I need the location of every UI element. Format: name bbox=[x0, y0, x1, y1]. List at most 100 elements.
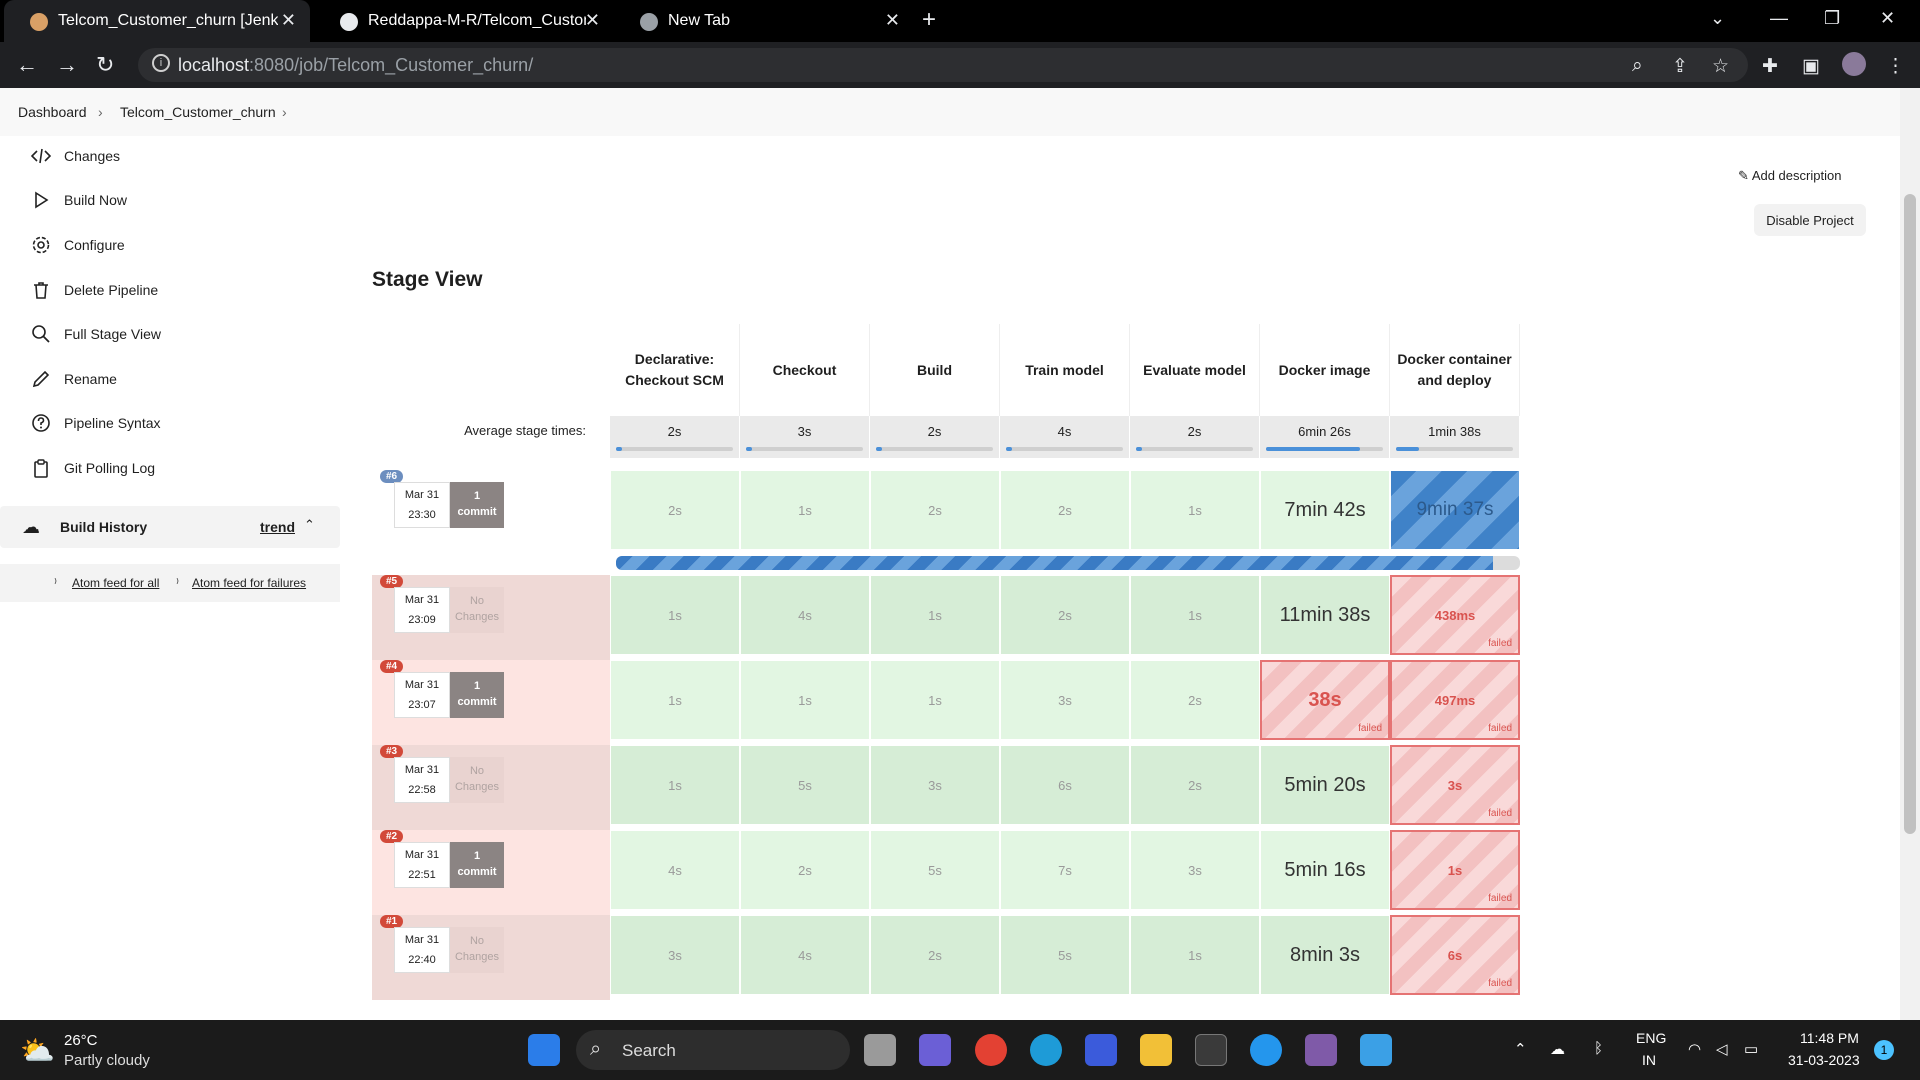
stage-cell[interactable]: 1s bbox=[610, 575, 740, 655]
zoom-icon[interactable]: ⌕ bbox=[1632, 55, 1643, 77]
taskbar-search[interactable]: ⌕ Search bbox=[576, 1030, 850, 1070]
app-icon[interactable] bbox=[1085, 1034, 1117, 1066]
commit-changes-button[interactable]: 1 commit bbox=[450, 842, 504, 888]
sidebar-item-delete-pipeline[interactable]: Delete Pipeline bbox=[30, 276, 158, 304]
stage-cell[interactable]: 1s bbox=[740, 470, 870, 550]
minimize-icon[interactable]: — bbox=[1770, 8, 1788, 29]
stage-cell[interactable]: 5s bbox=[740, 745, 870, 825]
stage-cell[interactable]: 3s bbox=[870, 745, 1000, 825]
weather-description[interactable]: Partly cloudy bbox=[64, 1052, 150, 1069]
edge-icon[interactable] bbox=[1030, 1034, 1062, 1066]
photos-icon[interactable] bbox=[1360, 1034, 1392, 1066]
new-tab-icon[interactable]: + bbox=[922, 6, 936, 34]
chevron-right-icon[interactable]: › bbox=[282, 104, 287, 120]
menu-kebab-icon[interactable]: ⋮ bbox=[1886, 55, 1905, 78]
breadcrumb-job[interactable]: Telcom_Customer_churn bbox=[120, 104, 276, 120]
stage-cell[interactable]: 1s failed bbox=[1390, 830, 1520, 910]
sidebar-item-configure[interactable]: Configure bbox=[30, 231, 125, 259]
stage-cell[interactable]: 3s failed bbox=[1390, 745, 1520, 825]
profile-avatar[interactable] bbox=[1842, 52, 1866, 76]
sidebar-item-pipeline-syntax[interactable]: Pipeline Syntax bbox=[30, 409, 161, 437]
sidebar-item-rename[interactable]: Rename bbox=[30, 365, 117, 393]
maximize-icon[interactable]: ❐ bbox=[1824, 8, 1840, 29]
bluetooth-icon[interactable]: ᛒ bbox=[1594, 1040, 1603, 1057]
stage-cell[interactable]: 2s bbox=[870, 915, 1000, 995]
stage-cell[interactable]: 1s bbox=[1130, 915, 1260, 995]
stage-cell[interactable]: 3s bbox=[610, 915, 740, 995]
stage-cell[interactable]: 6s failed bbox=[1390, 915, 1520, 995]
stage-cell[interactable]: 497ms failed bbox=[1390, 660, 1520, 740]
share-icon[interactable]: ⇪ bbox=[1672, 55, 1688, 78]
terminal-icon[interactable] bbox=[1195, 1034, 1227, 1066]
sidebar-item-git-polling-log[interactable]: Git Polling Log bbox=[30, 454, 155, 482]
build-row[interactable]: #5 Mar 31 23:09 No Changes bbox=[372, 575, 610, 660]
stage-cell[interactable]: 4s bbox=[610, 830, 740, 910]
sidebar-item-build-now[interactable]: Build Now bbox=[30, 186, 127, 214]
extensions-icon[interactable]: ✚ bbox=[1762, 55, 1778, 78]
site-info-icon[interactable]: i bbox=[152, 54, 170, 72]
chevron-up-icon[interactable]: ⌃ bbox=[304, 517, 315, 533]
build-row[interactable]: #4 Mar 31 23:07 1 commit bbox=[372, 660, 610, 745]
stage-cell[interactable]: 1s bbox=[740, 660, 870, 740]
git-icon[interactable] bbox=[1305, 1034, 1337, 1066]
notification-badge[interactable]: 1 bbox=[1874, 1040, 1894, 1060]
clock-time[interactable]: 11:48 PM bbox=[1800, 1030, 1859, 1046]
volume-icon[interactable]: ◁ bbox=[1716, 1040, 1728, 1058]
address-bar[interactable]: i localhost:8080/job/Telcom_Customer_chu… bbox=[138, 48, 1748, 82]
region-indicator[interactable]: IN bbox=[1642, 1052, 1656, 1068]
stage-cell[interactable]: 1s bbox=[610, 745, 740, 825]
scrollbar-thumb[interactable] bbox=[1904, 194, 1916, 834]
stage-cell[interactable]: 1s bbox=[870, 575, 1000, 655]
atom-feed-failures-link[interactable]: Atom feed for failures bbox=[192, 576, 306, 590]
stage-cell[interactable]: 38s failed bbox=[1260, 660, 1390, 740]
stage-cell[interactable]: 1s bbox=[1130, 575, 1260, 655]
stage-cell[interactable]: 8min 3s bbox=[1260, 915, 1390, 995]
stage-cell[interactable]: 5s bbox=[870, 830, 1000, 910]
commit-changes-button[interactable]: 1 commit bbox=[450, 482, 504, 528]
stage-cell[interactable]: 2s bbox=[1130, 745, 1260, 825]
atom-feed-all-link[interactable]: Atom feed for all bbox=[72, 576, 159, 590]
stage-cell[interactable]: 7s bbox=[1000, 830, 1130, 910]
close-tab-icon[interactable]: ✕ bbox=[281, 10, 296, 31]
stage-cell[interactable]: 6s bbox=[1000, 745, 1130, 825]
chrome-icon[interactable] bbox=[975, 1034, 1007, 1066]
trend-link[interactable]: trend bbox=[260, 519, 295, 535]
build-row[interactable]: #2 Mar 31 22:51 1 commit bbox=[372, 830, 610, 915]
chevron-up-icon[interactable]: ⌃ bbox=[1514, 1040, 1527, 1058]
weather-icon[interactable]: ⛅ bbox=[20, 1034, 55, 1067]
close-tab-icon[interactable]: ✕ bbox=[885, 10, 900, 31]
stage-cell[interactable]: 2s bbox=[1000, 575, 1130, 655]
page-scrollbar[interactable] bbox=[1900, 88, 1920, 1020]
disable-project-button[interactable]: Disable Project bbox=[1754, 204, 1866, 236]
stage-cell[interactable]: 4s bbox=[740, 915, 870, 995]
sidebar-item-full-stage-view[interactable]: Full Stage View bbox=[30, 320, 161, 348]
stage-cell[interactable]: 5min 20s bbox=[1260, 745, 1390, 825]
stage-cell[interactable]: 3s bbox=[1000, 660, 1130, 740]
side-panel-icon[interactable]: ▣ bbox=[1802, 55, 1820, 78]
stage-cell[interactable]: 2s bbox=[1000, 470, 1130, 550]
stage-cell[interactable]: 7min 42s bbox=[1260, 470, 1390, 550]
clock-date[interactable]: 31-03-2023 bbox=[1788, 1052, 1860, 1068]
stage-cell[interactable]: 11min 38s bbox=[1260, 575, 1390, 655]
stage-cell[interactable]: 2s bbox=[870, 470, 1000, 550]
stage-cell[interactable]: 1s bbox=[870, 660, 1000, 740]
tab-search-icon[interactable]: ⌄ bbox=[1710, 8, 1725, 29]
close-tab-icon[interactable]: ✕ bbox=[585, 10, 600, 31]
forward-icon[interactable]: → bbox=[56, 52, 78, 78]
file-explorer-icon[interactable] bbox=[1140, 1034, 1172, 1066]
add-description-link[interactable]: ✎ Add description bbox=[1738, 168, 1841, 184]
docker-icon[interactable] bbox=[1250, 1034, 1282, 1066]
wifi-icon[interactable]: ◠ bbox=[1688, 1040, 1701, 1058]
stage-cell[interactable]: 1s bbox=[610, 660, 740, 740]
stage-cell[interactable]: 3s bbox=[1130, 830, 1260, 910]
stage-cell[interactable]: 1s bbox=[1130, 470, 1260, 550]
language-indicator[interactable]: ENG bbox=[1636, 1030, 1666, 1046]
weather-temperature[interactable]: 26°C bbox=[64, 1032, 98, 1049]
windows-start-icon[interactable] bbox=[528, 1034, 560, 1066]
tab-github[interactable]: Reddappa-M-R/Telcom_Customer_churn ✕ bbox=[314, 0, 614, 42]
build-row[interactable]: #3 Mar 31 22:58 No Changes bbox=[372, 745, 610, 830]
stage-cell[interactable]: 9min 37s bbox=[1390, 470, 1520, 550]
breadcrumb-dashboard[interactable]: Dashboard bbox=[18, 104, 87, 120]
build-row[interactable]: #1 Mar 31 22:40 No Changes bbox=[372, 915, 610, 1000]
stage-cell[interactable]: 2s bbox=[740, 830, 870, 910]
